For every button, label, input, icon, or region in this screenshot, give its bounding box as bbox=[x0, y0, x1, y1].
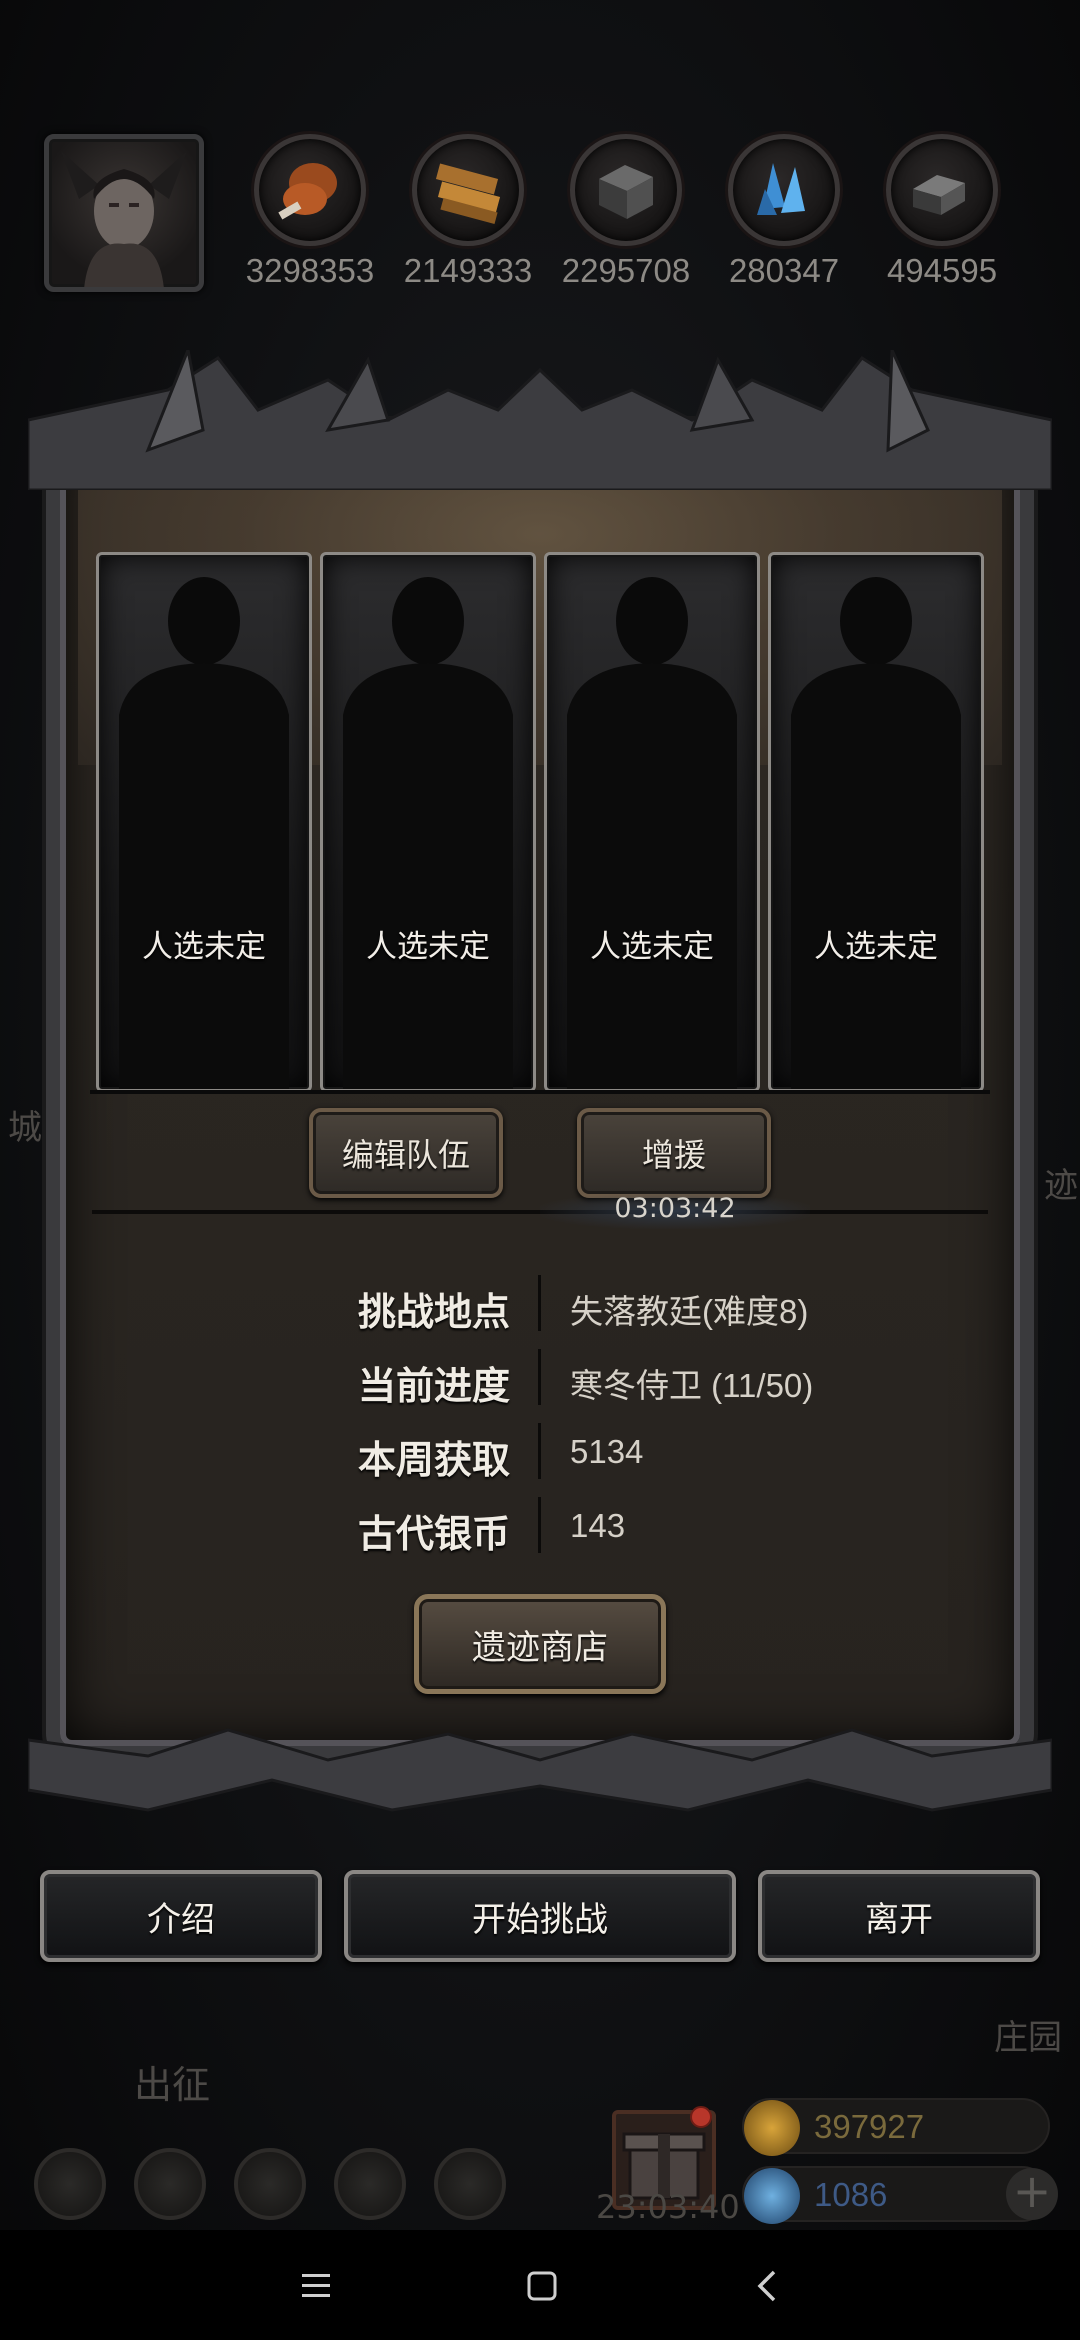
resource-iron: 494595 bbox=[862, 134, 1022, 290]
expedition-label[interactable]: 出征 bbox=[134, 2054, 210, 2109]
notification-dot bbox=[690, 2106, 712, 2128]
info-value: 寒冬侍卫 (11/50) bbox=[570, 1367, 814, 1404]
slot-label: 人选未定 bbox=[366, 929, 490, 965]
info-separator bbox=[538, 1497, 541, 1553]
info-key: 古代银币 bbox=[357, 1512, 510, 1556]
resource-wood: 2149333 bbox=[388, 134, 548, 290]
book-icon[interactable] bbox=[234, 2148, 306, 2220]
member-slot[interactable]: 人选未定 bbox=[544, 552, 760, 1092]
gold-counter: 397927 bbox=[742, 2098, 1050, 2156]
badge-icon[interactable] bbox=[134, 2148, 206, 2220]
gem-amount: 1086 bbox=[814, 2176, 888, 2213]
system-nav-bar bbox=[0, 2230, 1080, 2340]
resource-value: 280347 bbox=[728, 252, 840, 289]
settings-icon[interactable] bbox=[34, 2148, 106, 2220]
info-value: 失落教廷(难度8) bbox=[570, 1293, 809, 1330]
gem-counter: 1086 bbox=[742, 2166, 1050, 2224]
info-separator bbox=[538, 1423, 541, 1479]
reinforce-button[interactable]: 增援 bbox=[577, 1108, 771, 1198]
info-row-weekly: 本周获取 5134 bbox=[0, 1423, 1080, 1483]
resource-value: 2295708 bbox=[561, 252, 691, 289]
edit-team-button[interactable]: 编辑队伍 bbox=[309, 1108, 503, 1198]
info-key: 本周获取 bbox=[357, 1438, 510, 1482]
resource-value: 3298353 bbox=[245, 252, 375, 289]
info-row-location: 挑战地点 失落教廷(难度8) bbox=[0, 1275, 1080, 1335]
bottom-frame-ornament bbox=[28, 1728, 1052, 1812]
member-slot[interactable]: 人选未定 bbox=[320, 552, 536, 1092]
gift-timer: 23:03:40 bbox=[596, 2188, 740, 2226]
player-avatar[interactable] bbox=[44, 134, 204, 292]
add-currency-button[interactable]: + bbox=[1006, 2168, 1058, 2220]
dragon-spikes-ornament bbox=[28, 350, 1052, 490]
slot-label: 人选未定 bbox=[814, 929, 938, 965]
meat-icon bbox=[254, 134, 366, 246]
home-icon[interactable] bbox=[522, 2266, 562, 2306]
team-slots: 人选未定 人选未定 人选未定 人选未定 bbox=[96, 552, 986, 1092]
member-slot[interactable]: 人选未定 bbox=[768, 552, 984, 1092]
resource-meat: 3298353 bbox=[230, 134, 390, 290]
slots-base-line bbox=[90, 1090, 990, 1094]
slot-label: 人选未定 bbox=[142, 929, 266, 965]
info-value: 5134 bbox=[570, 1433, 644, 1470]
handshake-icon[interactable] bbox=[434, 2148, 506, 2220]
intro-button[interactable]: 介绍 bbox=[40, 1870, 322, 1962]
gold-amount: 397927 bbox=[814, 2108, 925, 2145]
info-row-progress: 当前进度 寒冬侍卫 (11/50) bbox=[0, 1349, 1080, 1409]
resource-value: 494595 bbox=[886, 252, 998, 289]
stone-icon bbox=[570, 134, 682, 246]
resource-value: 2149333 bbox=[403, 252, 533, 289]
info-key: 当前进度 bbox=[357, 1364, 510, 1408]
manor-label[interactable]: 庄园 bbox=[994, 2010, 1062, 2059]
gem-icon bbox=[744, 2168, 800, 2224]
menu-icon[interactable] bbox=[296, 2266, 336, 2306]
gold-coin-icon bbox=[744, 2100, 800, 2156]
start-challenge-button[interactable]: 开始挑战 bbox=[344, 1870, 736, 1962]
leave-button[interactable]: 离开 bbox=[758, 1870, 1040, 1962]
crystal-icon bbox=[728, 134, 840, 246]
info-separator bbox=[538, 1349, 541, 1405]
info-separator bbox=[538, 1275, 541, 1331]
resource-crystal: 280347 bbox=[704, 134, 864, 290]
member-slot[interactable]: 人选未定 bbox=[96, 552, 312, 1092]
iron-icon bbox=[886, 134, 998, 246]
mail-icon[interactable] bbox=[334, 2148, 406, 2220]
info-key: 挑战地点 bbox=[357, 1290, 510, 1334]
resource-stone: 2295708 bbox=[546, 134, 706, 290]
back-icon[interactable] bbox=[748, 2266, 788, 2306]
info-value: 143 bbox=[570, 1507, 626, 1544]
relic-shop-button[interactable]: 遗迹商店 bbox=[414, 1594, 666, 1694]
wood-icon bbox=[412, 134, 524, 246]
info-row-silver: 古代银币 143 bbox=[0, 1497, 1080, 1557]
slot-label: 人选未定 bbox=[590, 929, 714, 965]
reinforce-timer: 03:03:42 bbox=[540, 1193, 810, 1229]
